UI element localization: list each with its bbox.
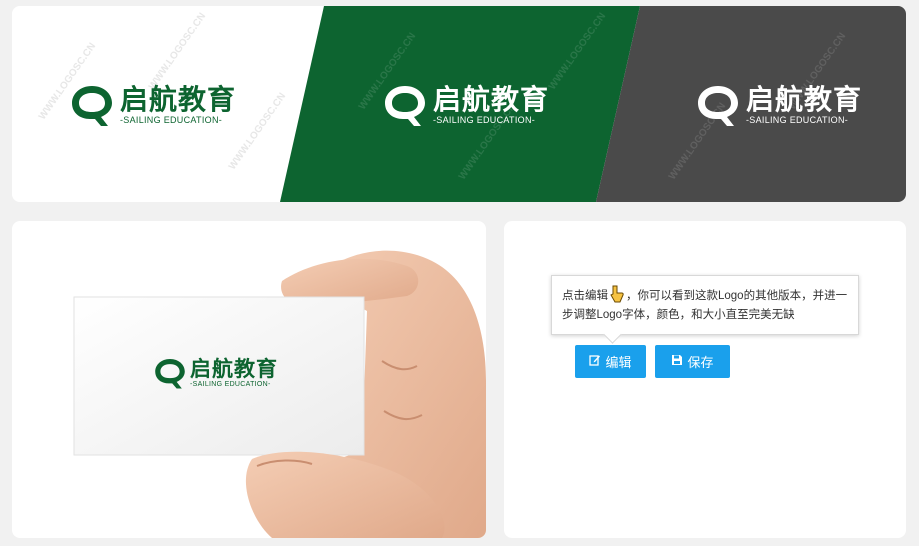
edit-icon: [589, 354, 601, 369]
logo-english-name: -SAILING EDUCATION-: [433, 114, 536, 125]
edit-panel: 点击编辑 ，你可以看到这款Logo的其他版本，并进一步调整Logo字体，颜色，和…: [504, 221, 906, 538]
logo-mark-icon: [155, 358, 185, 389]
logo-chinese-name: 启航教育: [190, 355, 278, 381]
logo-chinese-name: 启航教育: [746, 82, 863, 116]
logo-white-on-green: 启航教育 -SAILING EDUCATION-: [381, 82, 549, 128]
logo-mark-icon: [72, 86, 112, 126]
logo-english-name: -SAILING EDUCATION-: [120, 114, 223, 125]
tooltip-text-before: 点击编辑: [562, 290, 608, 302]
logo-mark-icon: [385, 86, 425, 126]
business-card-mockup: 启航教育 -SAILING EDUCATION-: [12, 221, 486, 538]
save-icon: [671, 354, 683, 369]
logo-chinese-name: 启航教育: [120, 82, 237, 116]
logo-english-name: -SAILING EDUCATION-: [190, 380, 271, 388]
tooltip-arrow: [603, 325, 622, 344]
edit-button[interactable]: 编辑: [575, 345, 646, 378]
logo-variants-banner: WWW.LOGOSC.CN WWW.LOGOSC.CN WWW.LOGOSC.C…: [12, 6, 906, 202]
save-button[interactable]: 保存: [655, 345, 730, 378]
logo-mark-icon: [698, 86, 738, 126]
pointing-hand-icon: [610, 285, 624, 303]
card-logo: 启航教育 -SAILING EDUCATION-: [152, 356, 278, 390]
logo-english-name: -SAILING EDUCATION-: [746, 114, 849, 125]
logo-white-on-dark: 启航教育 -SAILING EDUCATION-: [694, 82, 862, 128]
edit-hint-tooltip: 点击编辑 ，你可以看到这款Logo的其他版本，并进一步调整Logo字体，颜色，和…: [551, 275, 859, 344]
logo-chinese-name: 启航教育: [433, 82, 550, 116]
save-button-label: 保存: [687, 355, 714, 370]
edit-button-label: 编辑: [605, 355, 632, 370]
logo-green-on-white: 启航教育 -SAILING EDUCATION-: [68, 82, 236, 128]
